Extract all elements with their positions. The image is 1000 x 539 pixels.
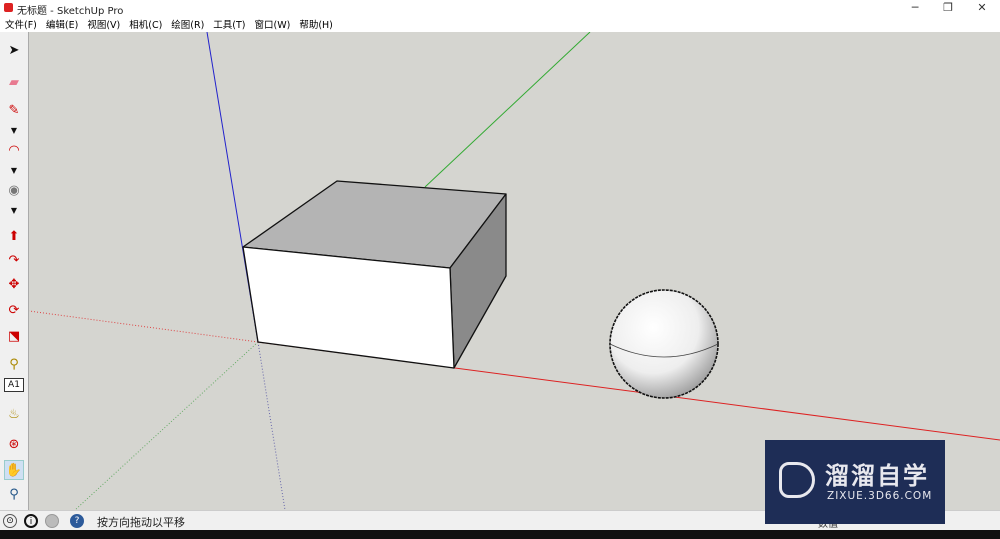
- play-logo-icon: [779, 462, 815, 498]
- shape-dropdown-icon[interactable]: ▼: [4, 204, 24, 216]
- pencil-tool-icon[interactable]: ✎: [4, 100, 24, 120]
- menu-tools[interactable]: 工具(T): [213, 17, 245, 31]
- menu-view[interactable]: 视图(V): [87, 17, 120, 31]
- pan-tool-icon[interactable]: ✋: [4, 460, 24, 480]
- watermark-url: ZIXUE.3D66.COM: [827, 490, 933, 502]
- shape-tool-icon[interactable]: ◉: [4, 180, 24, 200]
- menu-edit[interactable]: 编辑(E): [46, 17, 78, 31]
- arc-tool-icon[interactable]: ◠: [4, 140, 24, 160]
- text-tool-icon[interactable]: A1: [4, 378, 24, 392]
- menu-bar: 文件(F) 编辑(E) 视图(V) 相机(C) 绘图(R) 工具(T) 窗口(W…: [0, 16, 1000, 32]
- scale-tool-icon[interactable]: ⬔: [4, 326, 24, 346]
- paint-bucket-tool-icon[interactable]: ♨: [4, 404, 24, 424]
- drawing-canvas[interactable]: [29, 32, 1000, 510]
- model-viewport[interactable]: [29, 32, 1000, 510]
- window-title: 无标题 - SketchUp Pro: [17, 6, 124, 17]
- menu-help[interactable]: 帮助(H): [299, 17, 333, 31]
- box-model[interactable]: [242, 180, 507, 369]
- restore-button[interactable]: ❐: [938, 1, 958, 14]
- sphere-model[interactable]: [609, 289, 719, 399]
- minimize-button[interactable]: ─: [905, 1, 925, 14]
- y-axis: [424, 32, 591, 188]
- follow-me-tool-icon[interactable]: ↷: [4, 250, 24, 270]
- y-axis-negative: [74, 341, 259, 510]
- menu-window[interactable]: 窗口(W): [255, 17, 291, 31]
- taskbar: [0, 530, 1000, 539]
- z-axis-negative: [257, 341, 286, 510]
- orbit-tool-icon[interactable]: ⊛: [4, 434, 24, 454]
- select-tool-icon[interactable]: ➤: [4, 40, 24, 60]
- watermark-title: 溜溜自学: [825, 462, 929, 490]
- zoom-tool-icon[interactable]: ⚲: [4, 484, 24, 504]
- rotate-tool-icon[interactable]: ⟳: [4, 300, 24, 320]
- menu-camera[interactable]: 相机(C): [129, 17, 162, 31]
- status-message: 按方向拖动以平移: [97, 516, 185, 529]
- user-account-icon[interactable]: [45, 514, 59, 528]
- arc-dropdown-icon[interactable]: ▼: [4, 164, 24, 176]
- menu-file[interactable]: 文件(F): [5, 17, 37, 31]
- credits-icon[interactable]: i: [24, 514, 38, 528]
- watermark: 溜溜自学 ZIXUE.3D66.COM: [765, 440, 945, 524]
- tape-measure-tool-icon[interactable]: ⚲: [4, 354, 24, 374]
- geo-location-icon[interactable]: ⊙: [3, 514, 17, 528]
- help-icon[interactable]: ?: [70, 514, 84, 528]
- move-tool-icon[interactable]: ✥: [4, 274, 24, 294]
- box-front-face[interactable]: [242, 246, 455, 369]
- menu-draw[interactable]: 绘图(R): [171, 17, 204, 31]
- title-bar: 无标题 - SketchUp Pro ─ ❐ ✕: [0, 0, 1000, 17]
- x-axis-negative: [29, 310, 259, 343]
- eraser-tool-icon[interactable]: ▰: [4, 72, 24, 92]
- push-pull-tool-icon[interactable]: ⬆: [4, 226, 24, 246]
- sketchup-logo-icon: [4, 3, 13, 12]
- line-dropdown-icon[interactable]: ▼: [4, 124, 24, 136]
- close-button[interactable]: ✕: [972, 1, 992, 14]
- tool-palette: ➤ ▰ ✎ ▼ ◠ ▼ ◉ ▼ ⬆ ↷ ✥ ⟳ ⬔ ⚲ A1 ♨ ⊛ ✋ ⚲: [0, 32, 29, 510]
